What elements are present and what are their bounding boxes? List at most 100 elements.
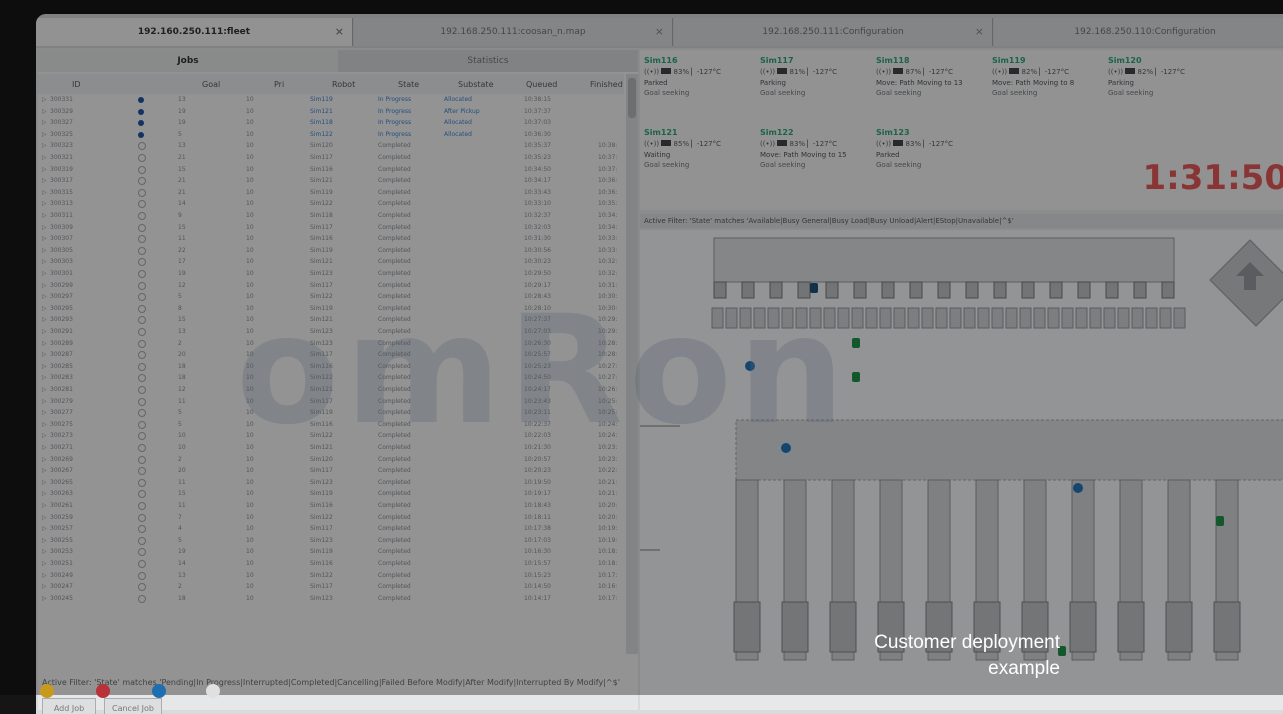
table-row[interactable]: ▷ 300257 4 10 Sim117 Completed 10:17:38 10:19:: [38, 525, 624, 534]
expand-icon[interactable]: ▷: [42, 200, 47, 208]
expand-icon[interactable]: ▷: [42, 119, 47, 127]
table-row[interactable]: ▷ 300331 13 10 Sim119 In Progress Allocated 10:…: [38, 96, 624, 104]
robot-marker[interactable]: [1073, 483, 1083, 493]
expand-icon[interactable]: ▷: [42, 479, 47, 487]
expand-icon[interactable]: ▷: [42, 572, 47, 580]
expand-icon[interactable]: ▷: [42, 351, 47, 359]
table-row[interactable]: ▷ 300303 17 10 Sim121 Completed 10:30:23 10:32:: [38, 258, 624, 267]
expand-icon[interactable]: ▷: [42, 537, 47, 545]
expand-icon[interactable]: ▷: [42, 363, 47, 371]
expand-icon[interactable]: ▷: [42, 490, 47, 498]
expand-icon[interactable]: ▷: [42, 154, 47, 162]
robot-card[interactable]: Sim120 ((•)) 82% ▏-127°C Parking Goal seeki…: [1108, 56, 1220, 106]
expand-icon[interactable]: ▷: [42, 548, 47, 556]
expand-icon[interactable]: ▷: [42, 386, 47, 394]
add-job-button[interactable]: Add Job: [42, 698, 96, 714]
tab-fleet[interactable]: 192.160.250.111:fleet ×: [36, 18, 353, 46]
table-row[interactable]: ▷ 300267 20 10 Sim117 Completed 10:20:23 10:22:: [38, 467, 624, 476]
table-row[interactable]: ▷ 300311 9 10 Sim118 Completed 10:32:37 10:34:: [38, 212, 624, 220]
subtab-statistics[interactable]: Statistics: [338, 50, 638, 72]
expand-icon[interactable]: ▷: [42, 282, 47, 290]
expand-icon[interactable]: ▷: [42, 328, 47, 336]
col-queued[interactable]: Queued: [526, 80, 557, 89]
expand-icon[interactable]: ▷: [42, 177, 47, 185]
table-row[interactable]: ▷ 300315 21 10 Sim119 Completed 10:33:43 10:36:: [38, 188, 624, 197]
tab-configuration-110[interactable]: 192.168.250.110:Configuration: [994, 18, 1283, 46]
table-row[interactable]: ▷ 300319 15 10 Sim116 Completed 10:34:50 10:37:: [38, 165, 624, 174]
expand-icon[interactable]: ▷: [42, 96, 47, 104]
expand-icon[interactable]: ▷: [42, 374, 47, 382]
expand-icon[interactable]: ▷: [42, 108, 47, 116]
expand-icon[interactable]: ▷: [42, 340, 47, 348]
expand-icon[interactable]: ▷: [42, 514, 47, 522]
table-row[interactable]: ▷ 300265 11 10 Sim123 Completed 10:19:50 10:21:: [38, 478, 624, 487]
col-state[interactable]: State: [398, 80, 419, 89]
close-icon[interactable]: ×: [975, 18, 984, 46]
expand-icon[interactable]: ▷: [42, 212, 47, 220]
expand-icon[interactable]: ▷: [42, 560, 47, 568]
table-row[interactable]: ▷ 300261 11 10 Sim116 Completed 10:18:43 10:20:: [38, 502, 624, 510]
table-row[interactable]: ▷ 300253 19 10 Sim119 Completed 10:16:30 10:18:: [38, 548, 624, 557]
table-row[interactable]: ▷ 300323 13 10 Sim120 Completed 10:35:37 10:38:: [38, 142, 624, 151]
robot-card[interactable]: Sim121 ((•)) 85% ▏-127°C Waiting Goal seeki…: [644, 128, 756, 178]
expand-icon[interactable]: ▷: [42, 142, 47, 150]
expand-icon[interactable]: ▷: [42, 409, 47, 417]
expand-icon[interactable]: ▷: [42, 224, 47, 232]
table-row[interactable]: ▷ 300317 21 10 Sim121 Completed 10:34:17 10:36:: [38, 177, 624, 186]
table-row[interactable]: ▷ 300321 21 10 Sim117 Completed 10:35:23 10:37:: [38, 154, 624, 162]
expand-icon[interactable]: ▷: [42, 258, 47, 266]
table-row[interactable]: ▷ 300309 15 10 Sim117 Completed 10:32:03 10:34:: [38, 223, 624, 232]
col-goal[interactable]: Goal: [202, 80, 220, 89]
robot-card[interactable]: Sim122 ((•)) 83% ▏-127°C Move: Path Moving…: [760, 128, 872, 178]
robot-card[interactable]: Sim118 ((•)) 87% ▏-127°C Move: Path Moving…: [876, 56, 988, 106]
col-robot[interactable]: Robot: [332, 80, 355, 89]
table-row[interactable]: ▷ 300245 18 10 Sim123 Completed 10:14:17 10:17:: [38, 594, 624, 603]
tab-configuration-111[interactable]: 192.168.250.111:Configuration ×: [674, 18, 993, 46]
tab-map[interactable]: 192.168.250.111:coosan_n.map ×: [354, 18, 673, 46]
table-row[interactable]: ▷ 300263 15 10 Sim119 Completed 10:19:17 10:21:: [38, 490, 624, 499]
robot-marker[interactable]: [1216, 516, 1224, 526]
robot-card[interactable]: Sim116 ((•)) 83% ▏-127°C Parked Goal seekin…: [644, 56, 756, 106]
expand-icon[interactable]: ▷: [42, 189, 47, 197]
col-substate[interactable]: Substate: [458, 80, 494, 89]
expand-icon[interactable]: ▷: [42, 131, 47, 139]
expand-icon[interactable]: ▷: [42, 316, 47, 324]
robot-card[interactable]: Sim123 ((•)) 83% ▏-127°C Parked Goal seekin…: [876, 128, 988, 178]
expand-icon[interactable]: ▷: [42, 432, 47, 440]
expand-icon[interactable]: ▷: [42, 444, 47, 452]
expand-icon[interactable]: ▷: [42, 235, 47, 243]
expand-icon[interactable]: ▷: [42, 398, 47, 406]
robot-marker[interactable]: [852, 372, 860, 382]
expand-icon[interactable]: ▷: [42, 421, 47, 429]
robot-marker[interactable]: [852, 338, 860, 348]
expand-icon[interactable]: ▷: [42, 270, 47, 278]
expand-icon[interactable]: ▷: [42, 456, 47, 464]
col-id[interactable]: ID: [72, 80, 81, 89]
table-row[interactable]: ▷ 300325 5 10 Sim122 In Progress Allocated 10:3…: [38, 131, 624, 139]
table-row[interactable]: ▷ 300259 7 10 Sim122 Completed 10:18:11 10:20:: [38, 513, 624, 522]
close-icon[interactable]: ×: [335, 18, 344, 46]
table-row[interactable]: ▷ 300301 19 10 Sim123 Completed 10:29:50 10:32:: [38, 270, 624, 278]
cancel-job-button[interactable]: Cancel Job: [104, 698, 162, 714]
table-row[interactable]: ▷ 300251 14 10 Sim116 Completed 10:15:57 10:18:: [38, 560, 624, 568]
expand-icon[interactable]: ▷: [42, 293, 47, 301]
close-icon[interactable]: ×: [655, 18, 664, 46]
expand-icon[interactable]: ▷: [42, 502, 47, 510]
table-row[interactable]: ▷ 300249 13 10 Sim122 Completed 10:15:23 10:17:: [38, 571, 624, 580]
robot-card[interactable]: Sim117 ((•)) 81% ▏-127°C Parking Goal seeki…: [760, 56, 872, 106]
table-row[interactable]: ▷ 300307 11 10 Sim116 Completed 10:31:30 10:33:: [38, 235, 624, 244]
expand-icon[interactable]: ▷: [42, 305, 47, 313]
subtab-jobs[interactable]: Jobs: [38, 50, 338, 72]
col-finished[interactable]: Finished: [590, 80, 623, 89]
robot-card[interactable]: Sim119 ((•)) 82% ▏-127°C Move: Path Moving…: [992, 56, 1104, 106]
col-pri[interactable]: Pri: [274, 80, 284, 89]
table-row[interactable]: ▷ 300305 22 10 Sim119 Completed 10:30:56 10:33:: [38, 246, 624, 255]
table-row[interactable]: ▷ 300327 19 10 Sim118 In Progress Allocated 10:…: [38, 119, 624, 127]
expand-icon[interactable]: ▷: [42, 525, 47, 533]
table-row[interactable]: ▷ 300255 5 10 Sim123 Completed 10:17:03 10:19:: [38, 536, 624, 545]
table-row[interactable]: ▷ 300313 14 10 Sim122 Completed 10:33:10 10:35:: [38, 200, 624, 209]
expand-icon[interactable]: ▷: [42, 247, 47, 255]
expand-icon[interactable]: ▷: [42, 166, 47, 174]
expand-icon[interactable]: ▷: [42, 595, 47, 603]
scroll-thumb[interactable]: [628, 78, 636, 118]
